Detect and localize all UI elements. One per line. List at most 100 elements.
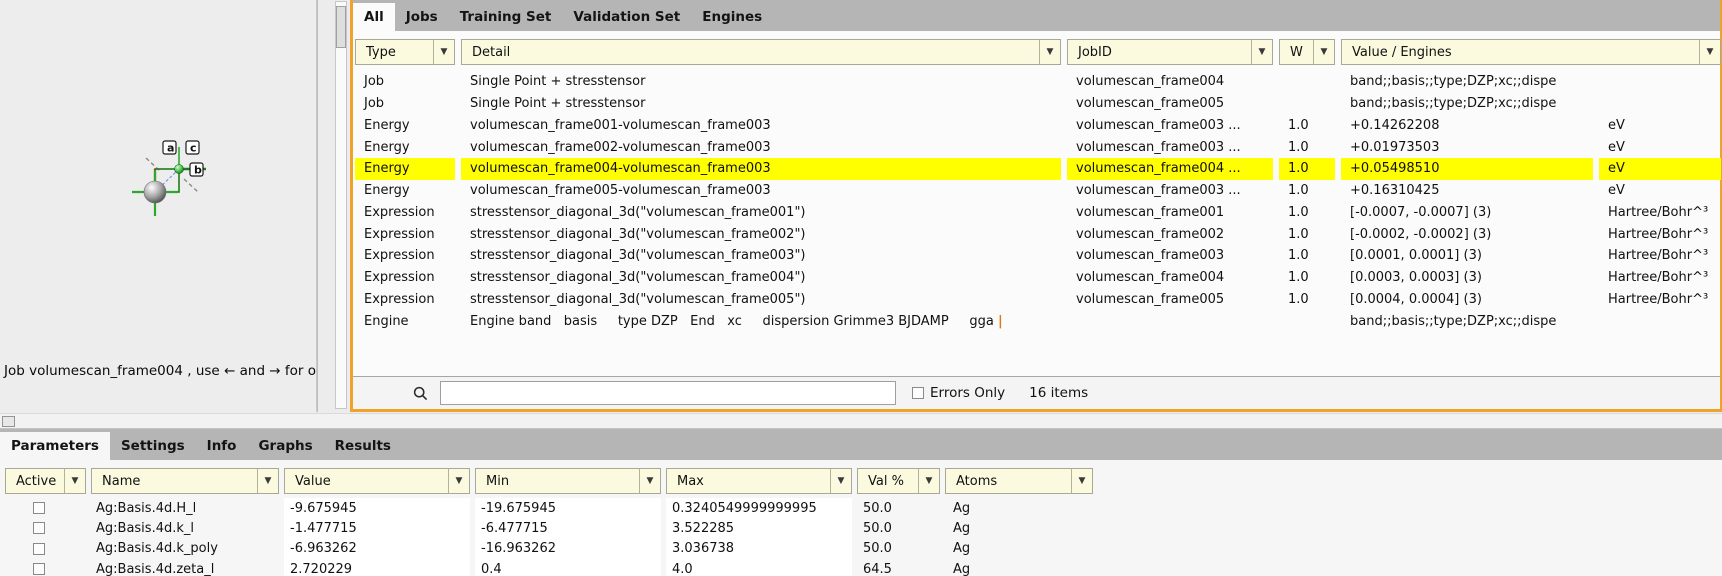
lattice-origin-point[interactable] (175, 165, 184, 174)
cell-value: band;;basis;;type;DZP;xc;;dispe (1341, 310, 1593, 332)
cell-value[interactable]: -9.675945 (284, 498, 470, 518)
training-set-row[interactable]: Energy volumescan_frame002-volumescan_fr… (353, 136, 1720, 158)
cell-min[interactable]: 0.4 (475, 559, 661, 576)
training-set-row[interactable]: Job Single Point + stresstensor volumesc… (353, 93, 1720, 115)
chevron-down-icon[interactable]: ▼ (1251, 40, 1272, 64)
cell-unit: Hartree/Bohr^³ (1599, 289, 1721, 311)
chevron-down-icon[interactable]: ▼ (1313, 40, 1334, 64)
parameters-content: Active ▼ Name ▼ Value ▼ Min ▼ Max ▼ (0, 460, 1722, 576)
training-set-tab[interactable]: Jobs (395, 3, 449, 31)
cell-type: Energy (355, 158, 455, 180)
training-set-row[interactable]: Engine Engine band basis type DZP End xc… (353, 310, 1720, 332)
filter-min[interactable]: Min ▼ (475, 468, 661, 494)
training-set-tab[interactable]: Engines (691, 3, 773, 31)
horizontal-scrollbar[interactable] (0, 413, 1722, 429)
cell-value[interactable]: 2.720229 (284, 559, 470, 576)
svg-text:c: c (190, 142, 197, 155)
lattice-vector-a-label: a (163, 141, 176, 155)
filter-value-engines[interactable]: Value / Engines ▼ (1341, 39, 1721, 65)
cell-jobid: volumescan_frame004 ... (1067, 158, 1273, 180)
cell-jobid: volumescan_frame004 (1067, 267, 1273, 289)
cell-detail-text: stresstensor_diagonal_3d("volumescan_fra… (470, 270, 806, 285)
chevron-down-icon[interactable]: ▼ (257, 469, 278, 493)
chevron-down-icon[interactable]: ▼ (1699, 40, 1720, 64)
filter-active[interactable]: Active ▼ (5, 468, 86, 494)
parameter-row[interactable]: Ag:Basis.4d.k_poly -6.963262 -16.963262 … (0, 539, 1722, 559)
lattice-vector-c-label: c (186, 141, 199, 155)
filter-detail-label: Detail (462, 45, 1039, 60)
training-set-row[interactable]: Expression stresstensor_diagonal_3d("vol… (353, 267, 1720, 289)
molecule-3d-view[interactable]: a c b (0, 0, 317, 360)
training-set-tab[interactable]: Training Set (449, 3, 563, 31)
items-count: 16 items (1029, 385, 1088, 401)
vertical-splitter[interactable] (317, 0, 350, 412)
active-checkbox[interactable] (33, 543, 45, 555)
training-set-row[interactable]: Job Single Point + stresstensor volumesc… (353, 71, 1720, 93)
ag-atom[interactable] (144, 181, 166, 203)
cell-name: Ag:Basis.4d.k_l (91, 518, 279, 538)
cell-max[interactable]: 3.522285 (666, 518, 852, 538)
filter-valpct-label: Val % (858, 474, 918, 489)
cell-max[interactable]: 0.3240549999999995 (666, 498, 852, 518)
training-set-row[interactable]: Expression stresstensor_diagonal_3d("vol… (353, 223, 1720, 245)
cell-value[interactable]: -6.963262 (284, 539, 470, 559)
chevron-down-icon[interactable]: ▼ (64, 469, 85, 493)
filter-atoms[interactable]: Atoms ▼ (945, 468, 1093, 494)
chevron-down-icon[interactable]: ▼ (1039, 40, 1060, 64)
active-checkbox[interactable] (33, 563, 45, 575)
cell-unit: Hartree/Bohr^³ (1599, 202, 1721, 224)
filter-value[interactable]: Value ▼ (284, 468, 470, 494)
errors-only-checkbox[interactable] (912, 387, 924, 399)
filter-weight[interactable]: W ▼ (1279, 39, 1335, 65)
parameter-row[interactable]: Ag:Basis.4d.H_l -9.675945 -19.675945 0.3… (0, 498, 1722, 518)
filter-value-engines-label: Value / Engines (1342, 45, 1699, 60)
cell-max[interactable]: 3.036738 (666, 539, 852, 559)
vertical-scrollbar[interactable] (335, 1, 347, 409)
search-input[interactable] (440, 381, 896, 405)
cell-unit (1599, 71, 1721, 93)
cell-min[interactable]: -6.477715 (475, 518, 661, 538)
cell-max[interactable]: 4.0 (666, 559, 852, 576)
active-checkbox[interactable] (33, 522, 45, 534)
filter-detail[interactable]: Detail ▼ (461, 39, 1061, 65)
cell-valpct: 50.0 (857, 518, 940, 538)
chevron-down-icon[interactable]: ▼ (1071, 469, 1092, 493)
cell-value: band;;basis;;type;DZP;xc;;dispe (1341, 71, 1593, 93)
training-set-tab[interactable]: All (353, 3, 395, 31)
parameters-tab[interactable]: Graphs (247, 432, 323, 460)
molecule-viewer-panel[interactable]: a c b Job volumescan_frame004 , use ← an… (0, 0, 317, 412)
chevron-down-icon[interactable]: ▼ (433, 40, 454, 64)
cell-value[interactable]: -1.477715 (284, 518, 470, 538)
active-checkbox[interactable] (33, 502, 45, 514)
parameter-row[interactable]: Ag:Basis.4d.zeta_l 2.720229 0.4 4.0 64.5… (0, 559, 1722, 576)
training-set-row[interactable]: Energy volumescan_frame001-volumescan_fr… (353, 115, 1720, 137)
training-set-row[interactable]: Expression stresstensor_diagonal_3d("vol… (353, 289, 1720, 311)
parameters-tab[interactable]: Results (324, 432, 402, 460)
cell-unit: eV (1599, 180, 1721, 202)
svg-text:b: b (194, 164, 202, 177)
training-set-tab[interactable]: Validation Set (562, 3, 691, 31)
training-set-row[interactable]: Energy volumescan_frame004-volumescan_fr… (353, 158, 1720, 180)
filter-name[interactable]: Name ▼ (91, 468, 279, 494)
cell-weight: 1.0 (1279, 289, 1335, 311)
parameter-row[interactable]: Ag:Basis.4d.k_l -1.477715 -6.477715 3.52… (0, 518, 1722, 538)
parameters-tab[interactable]: Info (196, 432, 248, 460)
filter-jobid[interactable]: JobID ▼ (1067, 39, 1273, 65)
training-set-row[interactable]: Expression stresstensor_diagonal_3d("vol… (353, 245, 1720, 267)
filter-max[interactable]: Max ▼ (666, 468, 852, 494)
chevron-down-icon[interactable]: ▼ (918, 469, 939, 493)
parameters-tab[interactable]: Settings (110, 432, 196, 460)
chevron-down-icon[interactable]: ▼ (639, 469, 660, 493)
cell-jobid: volumescan_frame002 (1067, 223, 1273, 245)
vertical-scrollbar-thumb[interactable] (336, 6, 346, 48)
filter-valpct[interactable]: Val % ▼ (857, 468, 940, 494)
parameters-tab[interactable]: Parameters (0, 432, 110, 460)
training-set-row[interactable]: Expression stresstensor_diagonal_3d("vol… (353, 202, 1720, 224)
training-set-row[interactable]: Energy volumescan_frame005-volumescan_fr… (353, 180, 1720, 202)
horizontal-scrollbar-thumb[interactable] (2, 416, 15, 427)
chevron-down-icon[interactable]: ▼ (830, 469, 851, 493)
cell-min[interactable]: -19.675945 (475, 498, 661, 518)
cell-min[interactable]: -16.963262 (475, 539, 661, 559)
chevron-down-icon[interactable]: ▼ (448, 469, 469, 493)
filter-type[interactable]: Type ▼ (355, 39, 455, 65)
